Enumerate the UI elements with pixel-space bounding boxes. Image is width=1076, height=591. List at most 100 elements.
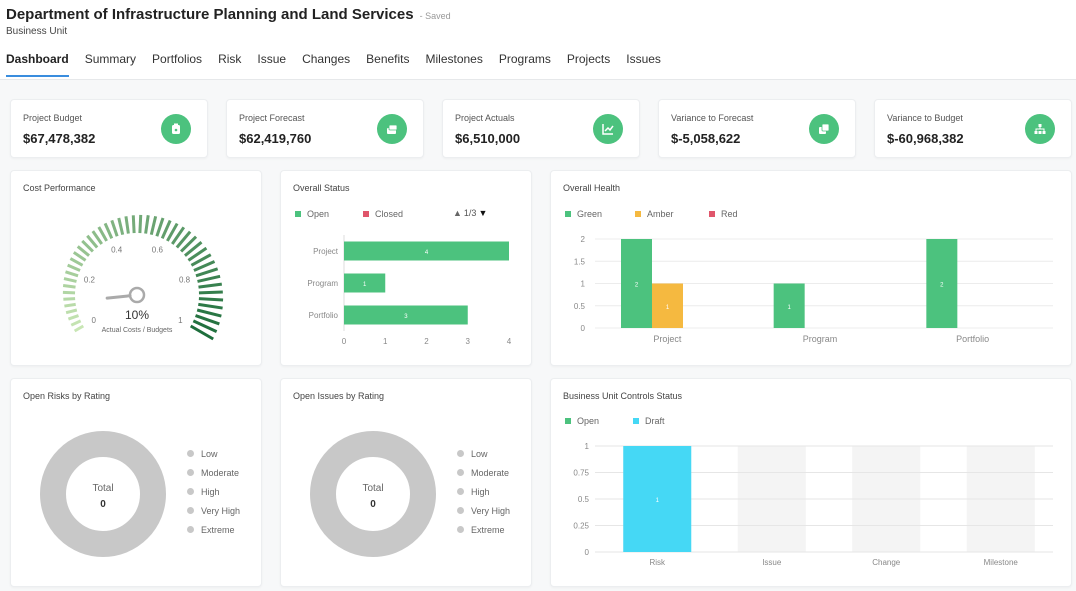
tab-projects[interactable]: Projects xyxy=(567,52,610,77)
open-risks-donut: Total 0 xyxy=(40,431,166,557)
kpi-label: Project Budget xyxy=(23,113,83,123)
gauge-tick xyxy=(67,263,81,272)
legend-item-low[interactable]: Low xyxy=(187,444,240,463)
kpi-card-project-actuals: Project Actuals $6,510,000 xyxy=(442,99,640,158)
y-tick-label: 0 xyxy=(581,324,586,333)
category-label: Issue xyxy=(762,558,782,567)
issue-legend: Low Moderate High Very High Extreme xyxy=(457,444,510,539)
kpi-label: Variance to Forecast xyxy=(671,113,754,123)
kpi-card-project-forecast: Project Forecast $62,419,760 xyxy=(226,99,424,158)
gauge-tick xyxy=(197,274,221,283)
legend-item-moderate[interactable]: Moderate xyxy=(187,463,240,482)
risk-legend: Low Moderate High Very High Extreme xyxy=(187,444,240,539)
gauge-tick xyxy=(117,217,125,236)
tab-benefits[interactable]: Benefits xyxy=(366,52,409,77)
x-tick-label: 0 xyxy=(342,337,347,346)
legend-dot xyxy=(457,507,464,514)
tab-bar: Dashboard Summary Portfolios Risk Issue … xyxy=(6,52,677,77)
kpi-card-variance-budget: Variance to Budget $-60,968,382 xyxy=(874,99,1072,158)
tab-dashboard[interactable]: Dashboard xyxy=(6,52,69,77)
overall-status-chart: Project 4Program 1Portfolio 30 1 2 3 4 xyxy=(307,235,512,346)
legend-item-extreme[interactable]: Extreme xyxy=(187,520,240,539)
gauge-tick xyxy=(70,319,82,327)
gauge-tick xyxy=(103,222,114,239)
gauge-tick xyxy=(64,302,76,308)
y-tick-label: 1 xyxy=(585,442,590,451)
gauge-caption: Actual Costs / Budgets xyxy=(102,327,173,334)
tab-programs[interactable]: Programs xyxy=(499,52,551,77)
gauge-tick xyxy=(63,297,76,301)
gauge-tick-label: 0.2 xyxy=(84,276,96,285)
card-title: Open Issues by Rating xyxy=(293,391,385,401)
gauge-tick xyxy=(198,290,223,295)
gauge-tick-label: 0.8 xyxy=(179,276,191,285)
gauge-tick xyxy=(144,215,150,234)
gauge-tick xyxy=(124,216,130,234)
legend-label: Low xyxy=(471,448,488,459)
legend-item-very-high[interactable]: Very High xyxy=(457,501,510,520)
tab-changes[interactable]: Changes xyxy=(302,52,350,77)
gauge-tick xyxy=(65,308,78,315)
y-tick-label: 0.75 xyxy=(573,469,589,478)
category-label: Portfolio xyxy=(309,311,339,320)
gauge-tick xyxy=(72,251,87,262)
cost-gauge: 0 0.2 0.4 0.6 0.8 1 10% Actual Costs / Budget… xyxy=(62,214,224,341)
overall-health-chart: 00.511.5221Project1Program2Portfolio xyxy=(574,235,1053,344)
gauge-tick xyxy=(67,314,79,321)
overall-health-card: Overall Health Green Amber Red 0 0.5 1 1.5 2… xyxy=(550,170,1072,366)
page-title: Department of Infrastructure Planning an… xyxy=(6,6,414,23)
legend-label: High xyxy=(201,486,220,497)
x-tick-label: 4 xyxy=(507,337,512,346)
legend-label: Low xyxy=(201,448,218,459)
legend-label: Very High xyxy=(471,505,511,516)
gauge-tick xyxy=(62,284,76,289)
category-label: Project xyxy=(313,247,339,256)
y-tick-label: 1 xyxy=(581,280,586,289)
gauge-hub xyxy=(128,286,146,304)
tab-issue[interactable]: Issue xyxy=(257,52,286,77)
kpi-card-variance-forecast: Variance to Forecast $-5,058,622 xyxy=(658,99,856,158)
page-subtitle: Business Unit xyxy=(6,26,68,37)
y-tick-label: 0.5 xyxy=(574,302,586,311)
gauge-tick xyxy=(198,282,223,289)
legend-dot xyxy=(457,526,464,533)
legend-label: Moderate xyxy=(201,467,240,478)
gauge-tick xyxy=(155,217,165,237)
donut-total-label: Total xyxy=(92,483,113,494)
legend-dot xyxy=(187,469,194,476)
copy-icon xyxy=(809,114,839,144)
kpi-value: $-60,968,382 xyxy=(887,131,964,146)
category-label: Program xyxy=(803,334,838,344)
legend-dot xyxy=(457,488,464,495)
saved-status: - Saved xyxy=(419,11,451,21)
card-title: Open Risks by Rating xyxy=(23,391,111,401)
legend-dot xyxy=(187,450,194,457)
page-header: Department of Infrastructure Planning an… xyxy=(0,0,1076,80)
tab-milestones[interactable]: Milestones xyxy=(426,52,483,77)
gauge-tick xyxy=(195,267,219,278)
gauge-tick xyxy=(69,257,84,267)
y-tick-label: 0.5 xyxy=(578,495,590,504)
controls-status-card: Business Unit Controls Status Open Draft… xyxy=(550,378,1072,587)
kpi-value: $67,478,382 xyxy=(23,131,96,146)
tab-issues[interactable]: Issues xyxy=(626,52,661,77)
legend-label: Extreme xyxy=(201,524,235,535)
kpi-card-project-budget: Project Budget $67,478,382 xyxy=(10,99,208,158)
legend-item-high[interactable]: High xyxy=(457,482,510,501)
legend-item-moderate[interactable]: Moderate xyxy=(457,463,510,482)
legend-item-low[interactable]: Low xyxy=(457,444,510,463)
legend-dot xyxy=(187,507,194,514)
legend-item-high[interactable]: High xyxy=(187,482,240,501)
coins-icon xyxy=(377,114,407,144)
gauge-tick xyxy=(196,308,222,318)
legend-dot xyxy=(187,526,194,533)
legend-item-very-high[interactable]: Very High xyxy=(187,501,240,520)
tab-summary[interactable]: Summary xyxy=(85,52,136,77)
gauge-tick xyxy=(73,324,85,333)
overall-status-card: Overall Status Open Closed ▲ 1/3 ▼ Proje… xyxy=(280,170,532,366)
category-label: Milestone xyxy=(984,558,1019,567)
wallet-icon xyxy=(161,114,191,144)
legend-item-extreme[interactable]: Extreme xyxy=(457,520,510,539)
tab-portfolios[interactable]: Portfolios xyxy=(152,52,202,77)
tab-risk[interactable]: Risk xyxy=(218,52,241,77)
